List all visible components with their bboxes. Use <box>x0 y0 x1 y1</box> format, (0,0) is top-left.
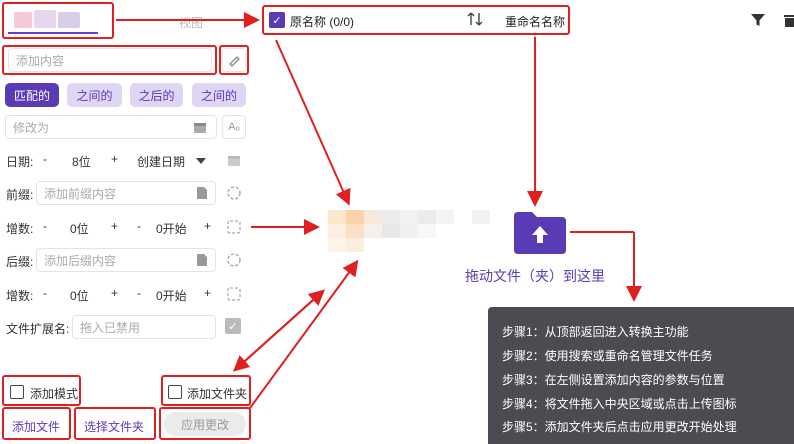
annotation-arrows <box>116 12 642 409</box>
